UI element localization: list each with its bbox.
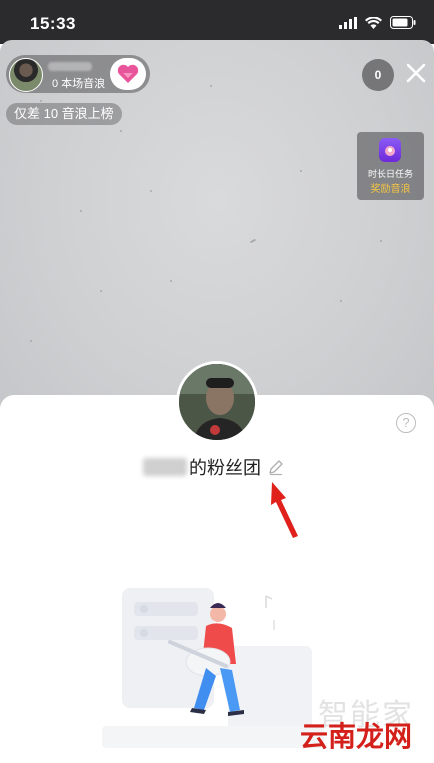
heart-icon: [117, 64, 139, 83]
wifi-icon: [365, 16, 382, 29]
annotation-arrow-icon: [271, 482, 298, 538]
close-icon[interactable]: [404, 61, 428, 85]
host-name-redacted: [48, 62, 92, 71]
task-reward: 奖励音浪: [370, 184, 411, 195]
fan-club-host-avatar: [176, 361, 258, 443]
viewer-count-button[interactable]: 0: [362, 59, 394, 91]
empty-state-illustration: [102, 588, 324, 748]
host-name-redacted: [143, 458, 187, 476]
signal-icon: [339, 16, 357, 29]
status-bar: 15:33: [0, 0, 434, 44]
task-gift-icon: [379, 138, 401, 162]
status-time: 15:33: [30, 14, 76, 33]
status-icons: [339, 16, 416, 29]
help-icon[interactable]: ?: [396, 413, 416, 433]
host-avatar[interactable]: [9, 58, 43, 92]
daily-task-card[interactable]: 时长日任务 奖励音浪: [357, 132, 424, 200]
watermark-brand: 云南龙网: [300, 720, 413, 753]
rank-tip-badge[interactable]: 仅差 10 音浪上榜: [6, 103, 122, 125]
battery-icon: [390, 16, 416, 29]
host-sound-wave-count: 0 本场音浪: [52, 78, 106, 90]
edit-pencil-icon[interactable]: [267, 458, 285, 476]
task-title: 时长日任务: [367, 169, 413, 179]
fan-club-title-text: 的粉丝团: [189, 458, 261, 478]
host-info-pill[interactable]: 0 本场音浪: [6, 55, 150, 93]
fan-club-title: 的粉丝团: [143, 454, 285, 480]
fan-club-heart-button[interactable]: [110, 58, 146, 90]
